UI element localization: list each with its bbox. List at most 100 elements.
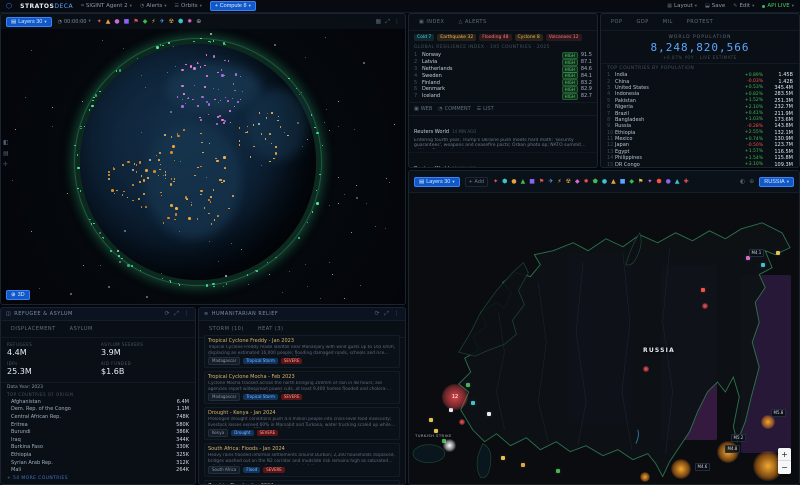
population-row[interactable]: 3 United States +0.53% 345.4M: [601, 85, 799, 91]
more-icon[interactable]: ⋮: [184, 310, 191, 318]
add-layer-button[interactable]: + Add: [465, 177, 488, 187]
layer-icon[interactable]: ●: [602, 179, 607, 185]
event-marker[interactable]: [487, 412, 491, 416]
pan-icon[interactable]: ◧: [3, 139, 9, 146]
index-tab[interactable]: △ ALERTS: [453, 17, 491, 27]
globe-layers-button[interactable]: ▤ Layers 30 ▾: [6, 17, 52, 27]
news-item[interactable]: Reuters World14 MIN AGO Entering fourth …: [409, 116, 597, 153]
map-layers-button[interactable]: ▤ Layers 30 ▾: [414, 177, 460, 187]
layer-icon[interactable]: ▲: [106, 19, 111, 25]
event-marker[interactable]: [746, 256, 750, 260]
quake-heat-blob[interactable]: [640, 472, 650, 482]
layer-icon[interactable]: ⚑: [638, 179, 643, 185]
topbar-menu-item[interactable]: ☰ Orbits ▾: [175, 3, 202, 9]
layer-icon[interactable]: ⚑: [539, 179, 544, 185]
population-row[interactable]: 2 China -0.03% 1.42B: [601, 78, 799, 84]
severity-tag[interactable]: SEVERE: [257, 430, 279, 436]
origin-row[interactable]: Burkina Faso 330K: [1, 444, 195, 452]
layer-icon[interactable]: ◆: [629, 179, 634, 185]
population-tab[interactable]: MIL: [658, 17, 678, 27]
population-row[interactable]: 13 Egypt +1.57% 116.5M: [601, 149, 799, 155]
layer-icon[interactable]: ⚡: [151, 19, 155, 25]
population-tab[interactable]: POP: [606, 17, 627, 27]
api-status[interactable]: API LIVE▾: [762, 3, 794, 9]
population-tab[interactable]: PROTEST: [682, 17, 718, 27]
origin-row[interactable]: Iraq 344K: [1, 436, 195, 444]
topbar-menu-item[interactable]: ⌗ SIGINT Agent 2 ▾: [81, 3, 132, 9]
layer-icon[interactable]: ◆: [143, 19, 148, 25]
magnitude-label[interactable]: M4.1: [749, 249, 764, 257]
population-tab[interactable]: GDP: [631, 17, 653, 27]
layer-icon[interactable]: ✚: [684, 179, 689, 185]
event-marker[interactable]: [776, 251, 780, 255]
index-tab[interactable]: ▣ INDEX: [414, 17, 449, 27]
news-tab[interactable]: ☰LIST: [477, 106, 494, 112]
hazard-type-tag[interactable]: Flood: [243, 467, 260, 473]
origin-row[interactable]: Mali 264K: [1, 466, 195, 474]
globe-mode-toggle[interactable]: ⊕ 3D: [6, 290, 30, 300]
globe-viewport[interactable]: [1, 29, 405, 304]
origin-row[interactable]: Afghanistan 6.4M: [1, 398, 195, 406]
layer-icon[interactable]: ●: [114, 19, 119, 25]
event-marker[interactable]: [501, 456, 505, 460]
layer-icon[interactable]: ■: [529, 179, 535, 185]
layer-icon[interactable]: ●: [666, 179, 671, 185]
country-tag[interactable]: Kenya: [208, 429, 228, 437]
alert-dot[interactable]: [643, 366, 649, 372]
layer-icon[interactable]: ✦: [97, 19, 102, 25]
layout-button[interactable]: ▦Layout▾: [667, 3, 697, 9]
hazard-chip[interactable]: Earthquake 32: [437, 34, 476, 41]
layer-icon[interactable]: ✈: [160, 19, 165, 25]
origin-row[interactable]: Burundi 386K: [1, 428, 195, 436]
expand-icon[interactable]: ⤢: [385, 18, 390, 26]
layer-icon[interactable]: ⬟: [593, 179, 598, 185]
layer-icon[interactable]: ☢: [169, 19, 174, 25]
population-row[interactable]: 5 Pakistan +1.52% 251.3M: [601, 98, 799, 104]
layer-icon[interactable]: ✦: [647, 179, 652, 185]
layer-icon[interactable]: ⬢: [502, 179, 507, 185]
layer-icon[interactable]: ✈: [548, 179, 553, 185]
layer-icon[interactable]: ■: [124, 19, 130, 25]
layer-icon[interactable]: ▲: [521, 179, 526, 185]
grid-icon[interactable]: ▦: [376, 18, 382, 26]
more-icon[interactable]: ⋮: [394, 310, 401, 318]
population-row[interactable]: 12 Japan -0.50% 123.7M: [601, 142, 799, 148]
relief-card[interactable]: South Africa: Floods - Jan 2024 Heavy ra…: [204, 443, 400, 476]
layer-icon[interactable]: ⬢: [656, 179, 661, 185]
severity-tag[interactable]: SEVERE: [263, 467, 285, 473]
relief-tab[interactable]: HEAT (3): [253, 324, 289, 334]
relief-card[interactable]: Tropical Cyclone Mocha - Feb 2023 Cyclon…: [204, 371, 400, 404]
relief-card[interactable]: Zambia: Floods - Jan 2024 Seasonal flood…: [204, 480, 400, 484]
refugee-tab[interactable]: ASYLUM: [65, 324, 98, 334]
quake-heat-blob[interactable]: [761, 415, 775, 429]
index-row[interactable]: 6 Denmark HIGH 82.9: [409, 86, 597, 93]
layer-icon[interactable]: ☢: [566, 179, 571, 185]
layer-icon[interactable]: ▲: [611, 179, 616, 185]
magnitude-label[interactable]: M4.8: [725, 445, 740, 453]
quake-heat-blob[interactable]: [671, 459, 691, 479]
refresh-icon[interactable]: ⟳: [375, 310, 381, 318]
news-tab[interactable]: ▣WEB: [414, 106, 432, 112]
severity-tag[interactable]: SEVERE: [281, 394, 303, 400]
layer-icon[interactable]: ✸: [187, 19, 192, 25]
map-tool-icon[interactable]: ⊕: [749, 178, 754, 185]
event-marker[interactable]: [471, 401, 475, 405]
layer-icon[interactable]: ■: [620, 179, 626, 185]
magnitude-label[interactable]: M4.6: [695, 463, 710, 471]
population-row[interactable]: 4 Indonesia +0.82% 283.5M: [601, 91, 799, 97]
conflict-cluster[interactable]: 12: [442, 384, 468, 410]
severity-tag[interactable]: SEVERE: [281, 358, 303, 364]
index-row[interactable]: 7 Iceland HIGH 82.7: [409, 93, 597, 100]
map-tool-icon[interactable]: ◐: [740, 178, 745, 185]
layer-icon[interactable]: ⚡: [557, 179, 561, 185]
region-chip[interactable]: RUSSIA ▾: [759, 177, 794, 187]
index-row[interactable]: 2 Latvia HIGH 87.1: [409, 59, 597, 66]
zoom-out-button[interactable]: −: [778, 461, 791, 474]
origin-row[interactable]: Syrian Arab Rep. 312K: [1, 459, 195, 467]
country-tag[interactable]: Madagascar: [208, 357, 240, 365]
news-item[interactable]: Reuters World32 MIN AGO Welcome for talk…: [409, 153, 597, 168]
population-row[interactable]: 9 Russia -0.28% 143.8M: [601, 123, 799, 129]
layer-icon[interactable]: ⊕: [196, 19, 201, 25]
event-marker[interactable]: [434, 429, 438, 433]
crosshair-icon[interactable]: ✛: [3, 161, 9, 168]
